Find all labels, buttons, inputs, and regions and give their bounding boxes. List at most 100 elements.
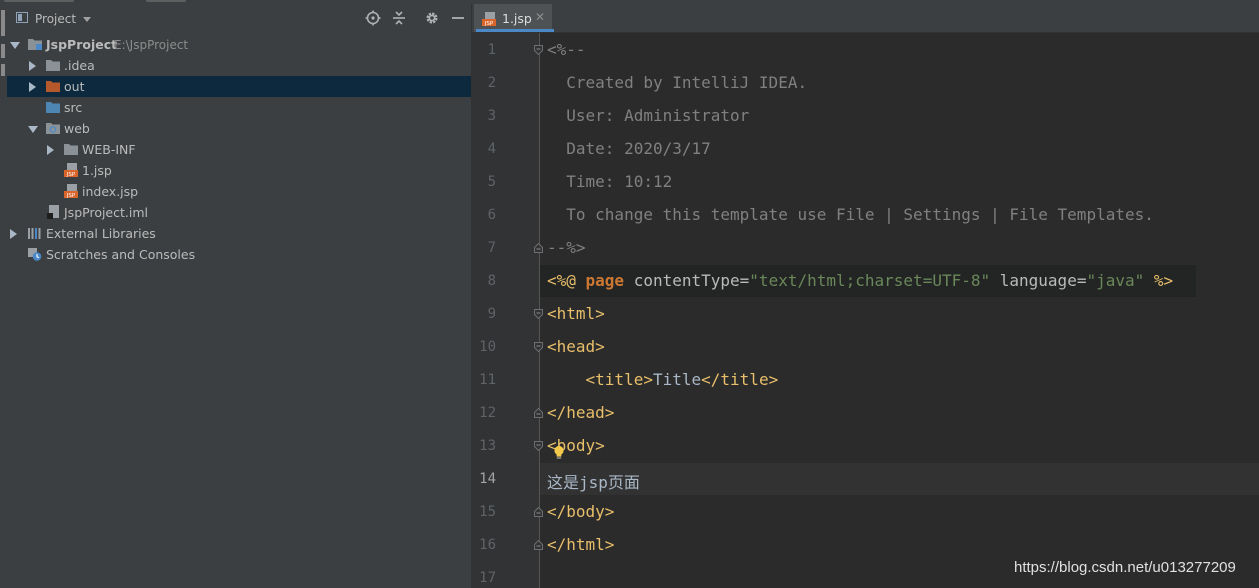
title-fragment [146, 0, 186, 2]
code-line-3[interactable]: User: Administrator [547, 106, 749, 125]
project-tool-button[interactable] [1, 10, 5, 36]
fold-close-icon[interactable] [534, 243, 543, 253]
line-number: 7 [487, 240, 496, 256]
code-line-6[interactable]: To change this template use File | Setti… [547, 205, 1154, 224]
attribute-value: "java" [1086, 271, 1145, 290]
line-number: 12 [479, 405, 496, 421]
project-tool-window: Project JspProject E:\JspProject .idea o… [7, 4, 472, 588]
svg-text:JSP: JSP [66, 193, 76, 198]
attribute-name: language= [990, 271, 1087, 290]
code-line-16[interactable]: </html> [547, 535, 614, 554]
tree-item-web[interactable]: web [7, 118, 471, 139]
folder-icon [64, 142, 79, 156]
jsp-file-icon: JSP [64, 184, 79, 198]
code-line-12[interactable]: </head> [547, 403, 614, 422]
tree-item-external-libraries[interactable]: External Libraries [7, 223, 471, 244]
collapsed-arrow-icon[interactable] [29, 61, 36, 71]
folder-icon [46, 58, 61, 72]
tree-item-label: 1.jsp [82, 163, 112, 178]
code-line-9[interactable]: <html> [547, 304, 605, 323]
tree-item-iml[interactable]: JspProject.iml [7, 202, 471, 223]
fold-open-icon[interactable] [534, 45, 543, 55]
tree-item-web-inf[interactable]: WEB-INF [7, 139, 471, 160]
lightbulb-icon[interactable] [553, 445, 565, 464]
gear-icon[interactable] [424, 10, 440, 26]
line-number: 4 [487, 141, 496, 157]
fold-open-icon[interactable] [534, 309, 543, 319]
line-number: 11 [479, 372, 496, 388]
project-panel-title[interactable]: Project [35, 12, 76, 26]
tree-item-label: JspProject [46, 37, 118, 52]
code-line-4[interactable]: Date: 2020/3/17 [547, 139, 711, 158]
watermark-url: https://blog.csdn.net/u013277209 [1014, 559, 1236, 576]
tree-item-1-jsp[interactable]: JSP 1.jsp [7, 160, 471, 181]
tag-open: <title> [585, 370, 653, 389]
line-number: 3 [487, 108, 496, 124]
tree-item-out[interactable]: out [7, 76, 471, 97]
tag-close: </title> [701, 370, 779, 389]
tree-item-idea[interactable]: .idea [7, 55, 471, 76]
directive-keyword: page [585, 271, 625, 290]
locate-icon[interactable] [365, 10, 381, 26]
tree-item-jspproject[interactable]: JspProject E:\JspProject [7, 34, 471, 55]
chevron-down-icon[interactable] [83, 17, 91, 22]
code-line-7[interactable]: --%> [547, 238, 586, 257]
line-number: 8 [487, 273, 496, 289]
code-line-8[interactable]: <%@ page contentType="text/html;charset=… [547, 271, 1173, 290]
jsp-file-icon: JSP [482, 11, 497, 30]
project-panel-header: Project [7, 4, 471, 32]
line-number: 13 [479, 438, 496, 454]
expand-arrow-icon[interactable] [28, 126, 38, 133]
fold-close-icon[interactable] [534, 408, 543, 418]
tab-1-jsp[interactable]: JSP 1.jsp ✕ [474, 4, 554, 32]
collapse-all-icon[interactable] [391, 10, 407, 26]
line-number: 2 [487, 75, 496, 91]
line-number: 1 [487, 42, 496, 58]
code-line-14[interactable]: 这是jsp页面 [547, 469, 640, 493]
line-number: 5 [487, 174, 496, 190]
attribute-value: "text/html;charset=UTF-8" [749, 271, 991, 290]
tree-item-label: index.jsp [82, 184, 139, 199]
module-folder-icon [28, 37, 43, 51]
directive-close: %> [1144, 271, 1174, 290]
excluded-folder-icon [46, 79, 61, 93]
directive-open: <%@ [547, 271, 586, 290]
svg-text:JSP: JSP [66, 172, 76, 177]
favorites-tool-button[interactable] [1, 64, 5, 76]
tree-item-label: .idea [64, 58, 95, 73]
fold-open-icon[interactable] [534, 441, 543, 451]
active-tab-indicator [476, 29, 554, 32]
source-folder-icon [46, 100, 61, 114]
fold-open-icon[interactable] [534, 342, 543, 352]
code-line-5[interactable]: Time: 10:12 [547, 172, 672, 191]
code-line-11[interactable]: <title>Title</title> [547, 370, 779, 389]
tree-item-label: out [64, 79, 85, 94]
code-line-10[interactable]: <head> [547, 337, 605, 356]
tree-item-label: WEB-INF [82, 142, 136, 157]
line-number: 17 [479, 570, 496, 586]
collapsed-arrow-icon[interactable] [47, 145, 54, 155]
scratches-icon [27, 247, 42, 261]
fold-close-icon[interactable] [534, 507, 543, 517]
collapsed-arrow-icon[interactable] [29, 82, 36, 92]
code-line-1[interactable]: <%-- [547, 40, 586, 59]
tree-item-label: External Libraries [46, 226, 156, 241]
tree-item-index-jsp[interactable]: JSP index.jsp [7, 181, 471, 202]
line-number-current: 14 [479, 471, 496, 487]
fold-close-icon[interactable] [534, 540, 543, 550]
line-number: 16 [479, 537, 496, 553]
tree-item-scratches[interactable]: Scratches and Consoles [7, 244, 471, 265]
collapsed-arrow-icon[interactable] [10, 229, 17, 239]
code-line-15[interactable]: </body> [547, 502, 614, 521]
tree-item-src[interactable]: src [7, 97, 471, 118]
hide-icon[interactable] [450, 10, 466, 26]
code-line-2[interactable]: Created by IntelliJ IDEA. [547, 73, 807, 92]
attribute-name: contentType= [624, 271, 750, 290]
libraries-icon [27, 226, 42, 240]
expand-arrow-icon[interactable] [10, 42, 20, 49]
close-icon[interactable]: ✕ [535, 10, 545, 24]
jsp-file-icon: JSP [64, 163, 79, 177]
web-folder-icon [46, 121, 61, 135]
tree-item-label: web [64, 121, 90, 136]
structure-tool-button[interactable] [1, 44, 5, 58]
